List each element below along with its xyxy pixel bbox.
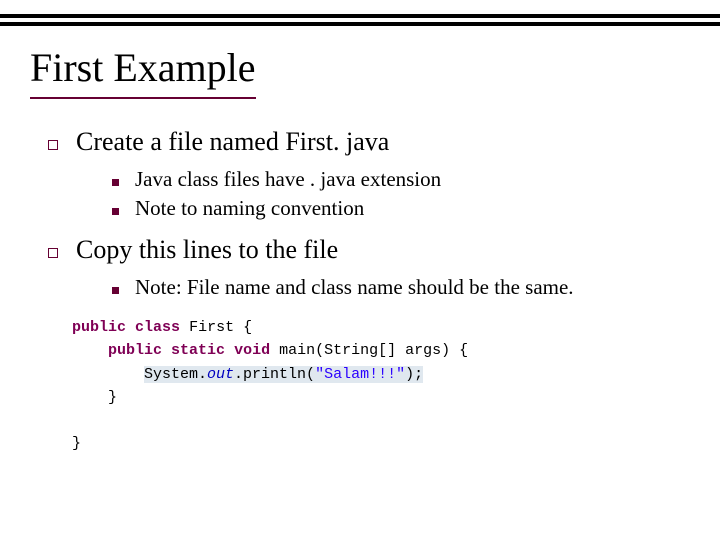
list-item: Java class files have . java extension: [112, 167, 690, 192]
code-keyword: static: [171, 342, 225, 359]
list-item: Note to naming convention: [112, 196, 690, 221]
bullet-text: Copy this lines to the file: [76, 235, 338, 265]
code-ident: .println(: [234, 366, 315, 383]
code-brace: {: [243, 319, 252, 336]
code-snippet: public class First { public static void …: [72, 316, 690, 456]
decor-bar-1: [0, 14, 720, 18]
code-ident: System.: [144, 366, 207, 383]
list-item: Copy this lines to the file: [48, 235, 690, 265]
code-brace: }: [108, 389, 117, 406]
bullet-text: Create a file named First. java: [76, 127, 389, 157]
code-keyword: void: [234, 342, 270, 359]
bullet-text: Java class files have . java extension: [135, 167, 441, 192]
code-params: (String[] args): [315, 342, 450, 359]
list-item: Note: File name and class name should be…: [112, 275, 690, 300]
code-keyword: public: [72, 319, 126, 336]
bullet-text: Note: File name and class name should be…: [135, 275, 574, 300]
code-field: out: [207, 366, 234, 383]
code-brace: {: [459, 342, 468, 359]
code-highlight: System.out.println("Salam!!!");: [144, 366, 423, 383]
code-keyword: class: [135, 319, 180, 336]
bullet-list: Create a file named First. java Java cla…: [48, 127, 690, 300]
square-outline-bullet-icon: [48, 248, 58, 258]
code-punct: );: [405, 366, 423, 383]
bullet-text: Note to naming convention: [135, 196, 364, 221]
square-bullet-icon: [112, 287, 119, 294]
code-string: "Salam!!!": [315, 366, 405, 383]
square-bullet-icon: [112, 179, 119, 186]
sub-list: Note: File name and class name should be…: [112, 275, 690, 300]
square-bullet-icon: [112, 208, 119, 215]
code-brace: }: [72, 435, 81, 452]
square-outline-bullet-icon: [48, 140, 58, 150]
decor-bar-2: [0, 22, 720, 26]
slide-title: First Example: [30, 44, 256, 99]
slide-content: First Example Create a file named First.…: [30, 44, 690, 456]
sub-list: Java class files have . java extension N…: [112, 167, 690, 221]
code-keyword: public: [108, 342, 162, 359]
code-method: main: [279, 342, 315, 359]
code-classname: First: [189, 319, 234, 336]
list-item: Create a file named First. java: [48, 127, 690, 157]
